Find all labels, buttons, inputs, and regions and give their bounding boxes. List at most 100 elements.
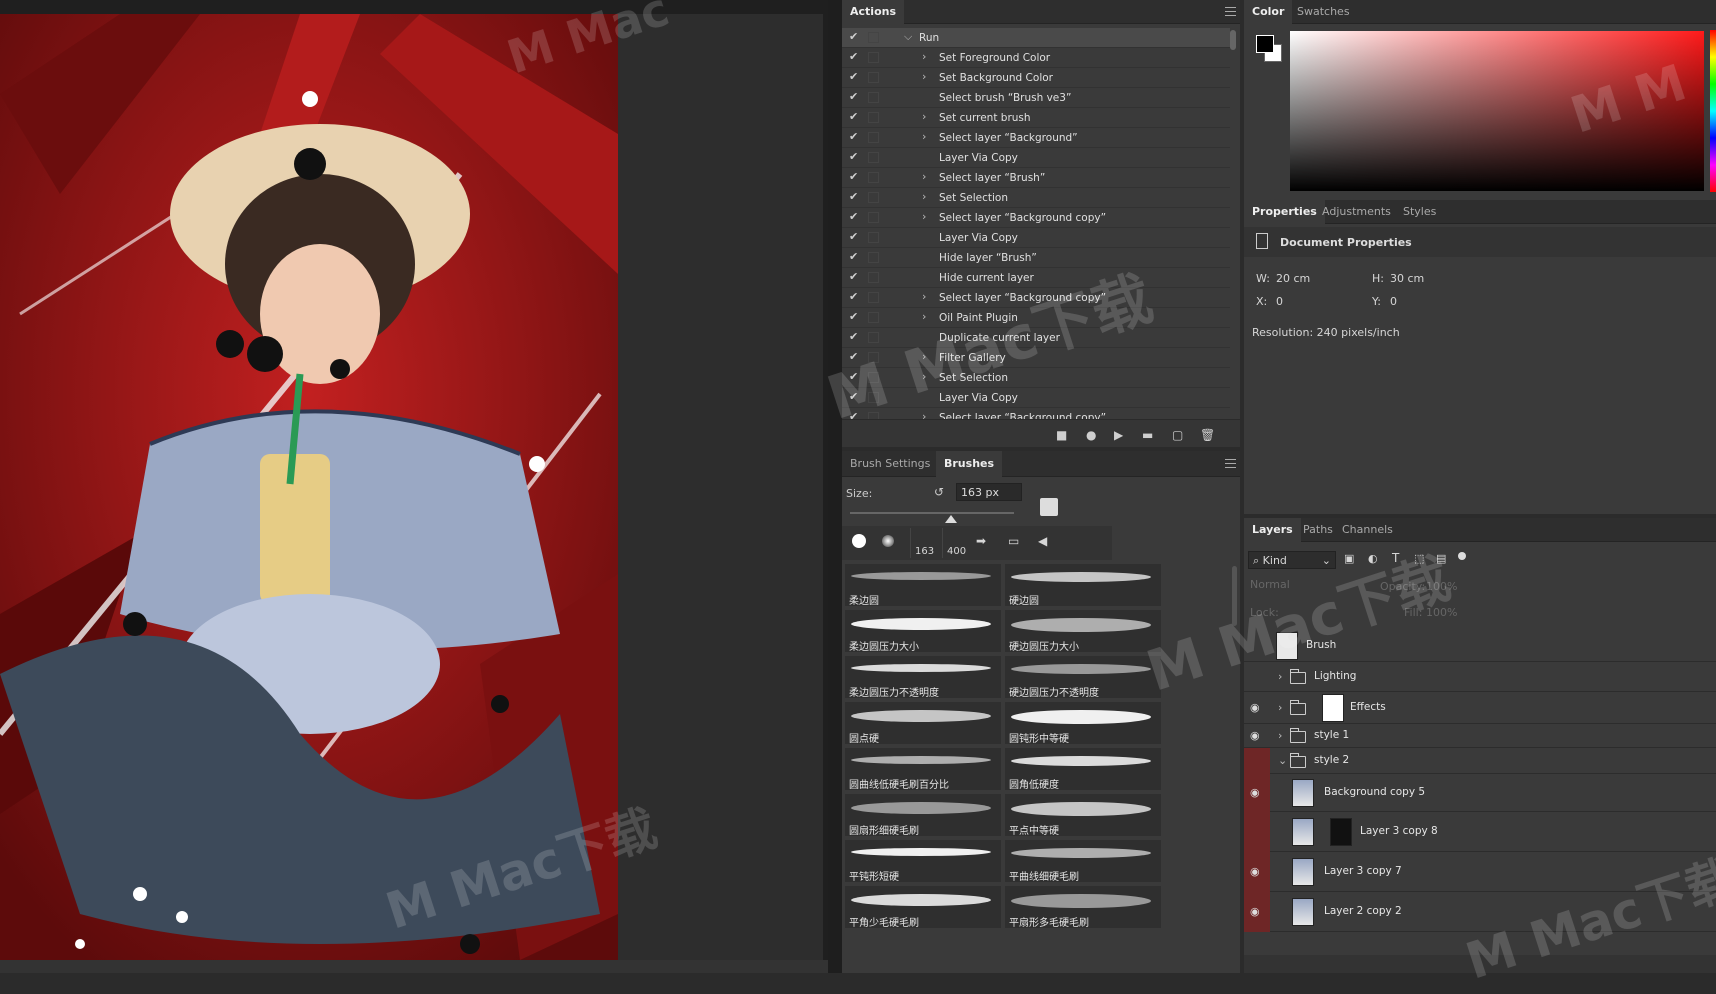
- size-slider-track[interactable]: [850, 512, 1014, 514]
- layer-row[interactable]: ◉ › Effects: [1244, 692, 1716, 724]
- dialog-toggle[interactable]: [868, 32, 879, 43]
- tab-channels[interactable]: Channels: [1334, 518, 1401, 542]
- chevron-right-icon[interactable]: ›: [922, 210, 926, 223]
- brushes-scrollbar[interactable]: [1232, 566, 1237, 626]
- blend-mode-select[interactable]: Normal: [1250, 578, 1370, 596]
- check-icon[interactable]: ✔: [849, 210, 861, 223]
- eye-icon[interactable]: ◉: [1250, 729, 1266, 742]
- dialog-toggle[interactable]: [868, 192, 879, 203]
- action-set-run[interactable]: ✔ ⌵ Run: [842, 28, 1230, 48]
- layer-thumbnail[interactable]: [1292, 818, 1314, 846]
- check-icon[interactable]: ✔: [849, 350, 861, 363]
- layer-thumbnail[interactable]: [1276, 632, 1298, 660]
- check-icon[interactable]: ✔: [849, 270, 861, 283]
- check-icon[interactable]: ✔: [849, 330, 861, 343]
- panel-menu-icon[interactable]: [1225, 7, 1236, 16]
- dialog-toggle[interactable]: [868, 72, 879, 83]
- layer-thumbnail[interactable]: [1292, 779, 1314, 807]
- brush-item[interactable]: 平扇形多毛硬毛刷: [1004, 885, 1162, 929]
- opacity-input[interactable]: 100%: [1426, 580, 1457, 593]
- brush-item[interactable]: 柔边圆压力大小: [844, 609, 1002, 653]
- check-icon[interactable]: ✔: [849, 170, 861, 183]
- record-icon[interactable]: ●: [1086, 428, 1096, 442]
- action-item[interactable]: ✔ Layer Via Copy: [842, 228, 1230, 248]
- layer-row[interactable]: ◉ Background copy 5: [1244, 774, 1716, 812]
- action-item[interactable]: ✔ › Select layer “Brush”: [842, 168, 1230, 188]
- dialog-toggle[interactable]: [868, 52, 879, 63]
- action-item[interactable]: ✔ Layer Via Copy: [842, 148, 1230, 168]
- brush-item[interactable]: 圆角低硬度: [1004, 747, 1162, 791]
- layer-row[interactable]: Brush: [1244, 630, 1716, 662]
- action-item[interactable]: ✔ Hide layer “Brush”: [842, 248, 1230, 268]
- dialog-toggle[interactable]: [868, 252, 879, 263]
- brush-item[interactable]: 圆曲线低硬毛刷百分比: [844, 747, 1002, 791]
- brush-preset-soft-round[interactable]: [882, 535, 894, 547]
- width-value[interactable]: 20 cm: [1276, 272, 1310, 285]
- layer-row[interactable]: › Lighting: [1244, 662, 1716, 692]
- brush-preset-400[interactable]: 400: [942, 528, 966, 558]
- action-item[interactable]: ✔ Hide current layer: [842, 268, 1230, 288]
- dialog-toggle[interactable]: [868, 152, 879, 163]
- brush-preset-arrow-icon[interactable]: ➡: [976, 534, 986, 548]
- dialog-toggle[interactable]: [868, 332, 879, 343]
- panel-menu-icon[interactable]: [1225, 459, 1236, 468]
- check-icon[interactable]: ✔: [849, 290, 861, 303]
- chevron-right-icon[interactable]: ›: [1278, 670, 1282, 683]
- tab-swatches[interactable]: Swatches: [1289, 0, 1358, 24]
- hue-slider[interactable]: [1710, 30, 1716, 192]
- check-icon[interactable]: ✔: [849, 370, 861, 383]
- tab-layers[interactable]: Layers: [1244, 518, 1301, 542]
- color-field[interactable]: [1290, 31, 1704, 191]
- dialog-toggle[interactable]: [868, 272, 879, 283]
- action-item[interactable]: ✔ › Set Selection: [842, 368, 1230, 388]
- chevron-down-icon[interactable]: ⌄: [1278, 754, 1287, 767]
- brush-item[interactable]: 平点中等硬: [1004, 793, 1162, 837]
- check-icon[interactable]: ✔: [849, 30, 861, 43]
- check-icon[interactable]: ✔: [849, 50, 861, 63]
- tab-color[interactable]: Color: [1244, 0, 1293, 24]
- artwork-image[interactable]: [0, 14, 618, 960]
- x-value[interactable]: 0: [1276, 295, 1283, 308]
- check-icon[interactable]: ✔: [849, 90, 861, 103]
- panel-splitter[interactable]: [828, 0, 842, 973]
- layer-row[interactable]: ◉ Layer 3 copy 7: [1244, 852, 1716, 892]
- check-icon[interactable]: ✔: [849, 390, 861, 403]
- chevron-right-icon[interactable]: ›: [922, 370, 926, 383]
- brush-item[interactable]: 圆扇形细硬毛刷: [844, 793, 1002, 837]
- brush-item[interactable]: 硬边圆: [1004, 563, 1162, 607]
- dialog-toggle[interactable]: [868, 352, 879, 363]
- chevron-right-icon[interactable]: ›: [922, 290, 926, 303]
- chevron-right-icon[interactable]: ›: [1278, 701, 1282, 714]
- height-value[interactable]: 30 cm: [1390, 272, 1424, 285]
- chevron-down-icon[interactable]: ⌵: [904, 30, 912, 44]
- chevron-right-icon[interactable]: ›: [922, 310, 926, 323]
- check-icon[interactable]: ✔: [849, 250, 861, 263]
- chevron-right-icon[interactable]: ›: [922, 50, 926, 63]
- layer-mask-thumbnail[interactable]: [1330, 818, 1352, 846]
- eye-icon[interactable]: ◉: [1250, 701, 1266, 714]
- fill-input[interactable]: 100%: [1426, 606, 1457, 619]
- foreground-color-swatch[interactable]: [1256, 35, 1274, 53]
- play-icon[interactable]: ▶: [1114, 428, 1123, 442]
- dialog-toggle[interactable]: [868, 92, 879, 103]
- action-item[interactable]: ✔ Layer Via Copy: [842, 388, 1230, 408]
- dialog-toggle[interactable]: [868, 172, 879, 183]
- action-item[interactable]: ✔ › Oil Paint Plugin: [842, 308, 1230, 328]
- action-item[interactable]: ✔ › Select layer “Background”: [842, 128, 1230, 148]
- brush-item[interactable]: 柔边圆压力不透明度: [844, 655, 1002, 699]
- brush-preset-163[interactable]: 163: [910, 528, 934, 558]
- size-slider-thumb[interactable]: [945, 515, 957, 523]
- chevron-right-icon[interactable]: ›: [922, 70, 926, 83]
- filter-smartobject-icon[interactable]: ▤: [1436, 552, 1446, 565]
- brush-item[interactable]: 硬边圆压力大小: [1004, 609, 1162, 653]
- create-brush-icon[interactable]: [1040, 498, 1058, 516]
- dialog-toggle[interactable]: [868, 212, 879, 223]
- layer-row[interactable]: ◉ › style 1: [1244, 724, 1716, 748]
- dialog-toggle[interactable]: [868, 392, 879, 403]
- dialog-toggle[interactable]: [868, 132, 879, 143]
- check-icon[interactable]: ✔: [849, 230, 861, 243]
- brush-item[interactable]: 平钝形短硬: [844, 839, 1002, 883]
- dialog-toggle[interactable]: [868, 312, 879, 323]
- action-item[interactable]: ✔ Duplicate current layer: [842, 328, 1230, 348]
- size-input[interactable]: 163 px: [956, 483, 1022, 501]
